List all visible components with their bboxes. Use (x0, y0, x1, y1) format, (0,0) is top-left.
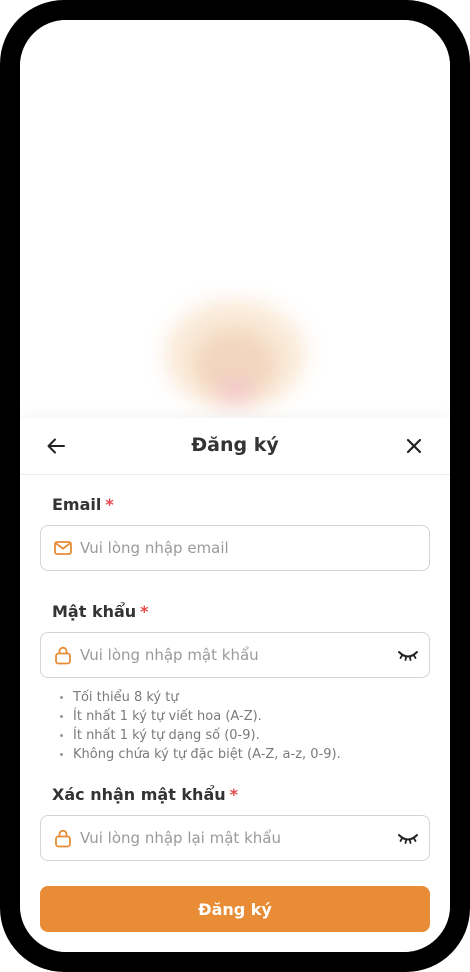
email-label-text: Email (52, 495, 102, 514)
confirm-password-input[interactable] (80, 816, 380, 860)
confirm-password-field[interactable] (40, 815, 430, 861)
screen: Đăng ký Email * Vui lòng nhập email Mật … (20, 20, 450, 952)
required-mark: * (140, 602, 149, 621)
email-input[interactable] (80, 526, 380, 570)
email-field[interactable] (40, 525, 430, 571)
confirm-password-label: Xác nhận mật khẩu * (52, 784, 430, 806)
password-rule: Không chứa ký tự đặc biệt (A-Z, a-z, 0-9… (60, 745, 430, 764)
password-label: Mật khẩu * (52, 601, 430, 623)
password-rule: Ít nhất 1 ký tự dạng số (0-9). (60, 726, 430, 745)
eye-closed-icon[interactable] (397, 646, 419, 664)
password-field[interactable] (40, 632, 430, 678)
password-rules: Tối thiểu 8 ký tự Ít nhất 1 ký tự viết h… (40, 688, 430, 764)
background-area (20, 20, 450, 420)
register-form: Email* Mật khẩu* (40, 494, 430, 861)
password-input[interactable] (80, 633, 380, 677)
close-button[interactable] (402, 434, 426, 458)
register-button[interactable]: Đăng ký (40, 886, 430, 932)
mail-icon (54, 541, 72, 555)
password-rule: Ít nhất 1 ký tự viết hoa (A-Z). (60, 707, 430, 726)
lock-icon (55, 829, 71, 848)
password-label-text: Mật khẩu (52, 602, 137, 621)
required-mark: * (229, 785, 239, 804)
page-title: Đăng ký (191, 434, 279, 456)
close-icon (406, 438, 422, 454)
eye-closed-icon[interactable] (397, 829, 419, 847)
register-sheet: Đăng ký Email * Vui lòng nhập email Mật … (20, 418, 450, 952)
sheet-header: Đăng ký (20, 418, 450, 475)
required-mark: * (105, 495, 114, 514)
lock-icon (55, 646, 71, 665)
password-rule: Tối thiểu 8 ký tự (60, 688, 430, 707)
blurred-mascot-image (145, 290, 325, 430)
confirm-password-label-text: Xác nhận mật khẩu (52, 785, 226, 804)
phone-frame: Đăng ký Email * Vui lòng nhập email Mật … (0, 0, 470, 972)
email-label: Email * (52, 494, 430, 516)
